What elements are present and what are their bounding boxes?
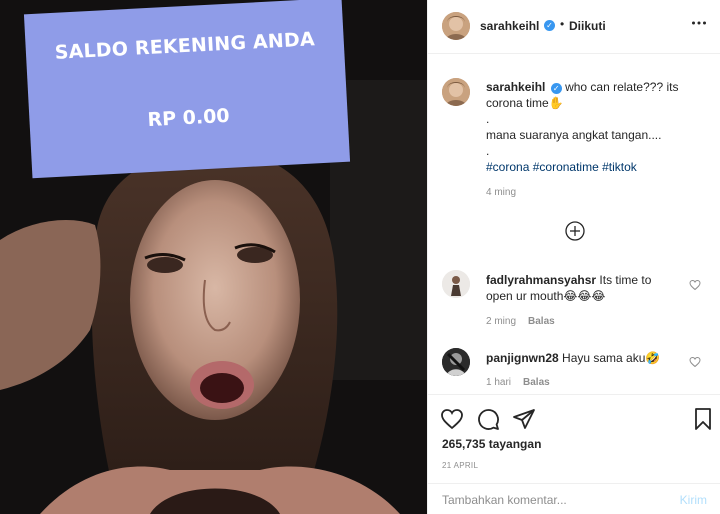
avatar-image [442, 348, 470, 376]
verified-badge-icon: ✓ [544, 20, 555, 31]
caption-username[interactable]: sarahkeihl [486, 80, 545, 94]
more-options-icon[interactable] [691, 15, 707, 31]
hashtag-link[interactable]: #coronatime [533, 160, 599, 174]
comment-bubble-icon[interactable] [476, 407, 500, 431]
comment-body-line-2: open ur mouth😂😂😂 [486, 289, 606, 303]
comment-input[interactable] [442, 490, 662, 510]
view-count[interactable]: 265,735 tayangan [442, 437, 541, 451]
follow-status-button[interactable]: Diikuti [569, 19, 606, 33]
commenter-username[interactable]: panjignwn28 [486, 351, 559, 365]
post-side-panel: sarahkeihl ✓ • Diikuti sarahkeihl ✓ who … [427, 0, 720, 514]
caption-line-3: mana suaranya angkat tangan.... [486, 128, 662, 142]
hashtag-link[interactable]: #corona [486, 160, 529, 174]
sticker-amount: RP 0.00 [147, 104, 231, 132]
sticker-title: SALDO REKENING ANDA [54, 28, 316, 64]
caption-text: sarahkeihl ✓ who can relate??? its coron… [486, 79, 706, 175]
header-separator: • [560, 17, 565, 31]
comment-body-line-1: Its time to [599, 273, 652, 287]
post-header: sarahkeihl ✓ • Diikuti [428, 0, 720, 54]
caption-dot-1: . [486, 112, 490, 126]
author-avatar[interactable] [442, 12, 470, 40]
commenter-username[interactable]: fadlyrahmansyahsr [486, 273, 596, 287]
post-media[interactable]: SALDO REKENING ANDA RP 0.00 [0, 0, 427, 514]
commenter-avatar[interactable] [442, 348, 470, 376]
comment-item: fadlyrahmansyahsr Its time to open ur mo… [428, 270, 720, 330]
comment-text: panjignwn28 Hayu sama aku🤣 [486, 350, 686, 366]
verified-badge-icon: ✓ [550, 83, 562, 94]
caption-avatar[interactable] [442, 78, 470, 106]
comment-meta: 2 ming Balas [486, 316, 555, 327]
like-comment-heart-icon[interactable] [689, 356, 701, 368]
reply-button[interactable]: Balas [528, 316, 555, 327]
save-bookmark-icon[interactable] [691, 407, 715, 431]
avatar-image [442, 270, 470, 298]
caption-line-1: who can relate??? its [565, 80, 679, 94]
balance-sticker: SALDO REKENING ANDA RP 0.00 [23, 0, 351, 179]
caption-line-2: corona time✋ [486, 96, 564, 110]
caption-dot-2: . [486, 144, 490, 158]
load-more-comments-icon[interactable] [565, 221, 585, 241]
comment-text: fadlyrahmansyahsr Its time to open ur mo… [486, 272, 686, 304]
like-comment-heart-icon[interactable] [689, 279, 701, 291]
caption-hashtags: #corona #coronatime #tiktok [486, 159, 706, 175]
avatar-image [442, 78, 470, 106]
comment-body: Hayu sama aku🤣 [562, 351, 661, 365]
commenter-avatar[interactable] [442, 270, 470, 298]
share-paper-plane-icon[interactable] [512, 407, 536, 431]
post-date[interactable]: 21 APRIL [442, 461, 478, 470]
add-comment-bar: Kirim [428, 483, 720, 514]
author-username[interactable]: sarahkeihl [480, 19, 539, 33]
comment-timestamp[interactable]: 2 ming [486, 316, 516, 327]
reply-button[interactable]: Balas [523, 377, 550, 388]
comment-meta: 1 hari Balas [486, 377, 550, 388]
avatar-image [442, 12, 470, 40]
caption-timestamp[interactable]: 4 ming [486, 187, 516, 198]
comment-timestamp[interactable]: 1 hari [486, 377, 511, 388]
hashtag-link[interactable]: #tiktok [602, 160, 637, 174]
post-comment-button[interactable]: Kirim [680, 493, 707, 507]
like-heart-icon[interactable] [440, 407, 464, 431]
post-actions: 265,735 tayangan 21 APRIL Kirim [428, 394, 720, 514]
